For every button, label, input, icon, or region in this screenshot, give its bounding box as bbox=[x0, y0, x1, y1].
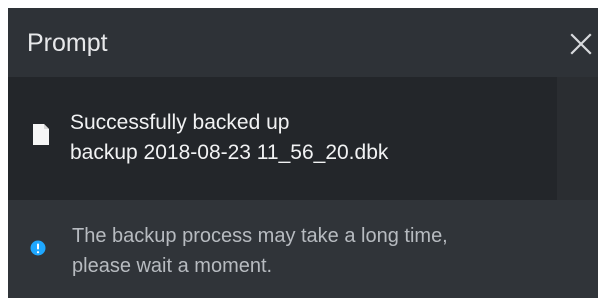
backup-file-name: backup 2018-08-23 11_56_20.dbk bbox=[70, 141, 389, 164]
info-icon bbox=[30, 240, 46, 256]
backup-notice: The backup process may take a long time,… bbox=[8, 200, 598, 298]
backup-file-panel: Successfully backed up backup 2018-08-23… bbox=[8, 77, 598, 200]
backup-notice-text: The backup process may take a long time,… bbox=[72, 221, 448, 281]
backup-success-message: Successfully backed up bbox=[70, 111, 290, 134]
dialog-title: Prompt bbox=[27, 29, 108, 57]
folder-action-area[interactable] bbox=[557, 77, 598, 200]
notice-line-1: The backup process may take a long time, bbox=[72, 225, 448, 247]
backup-file-info: Successfully backed up backup 2018-08-23… bbox=[70, 108, 388, 168]
dialog-titlebar: Prompt bbox=[8, 8, 598, 77]
close-icon[interactable] bbox=[567, 30, 595, 58]
document-icon bbox=[32, 123, 50, 146]
backup-prompt-dialog: Prompt Successfully backed up backup 201… bbox=[8, 8, 598, 298]
notice-line-2: please wait a moment. bbox=[72, 255, 273, 277]
